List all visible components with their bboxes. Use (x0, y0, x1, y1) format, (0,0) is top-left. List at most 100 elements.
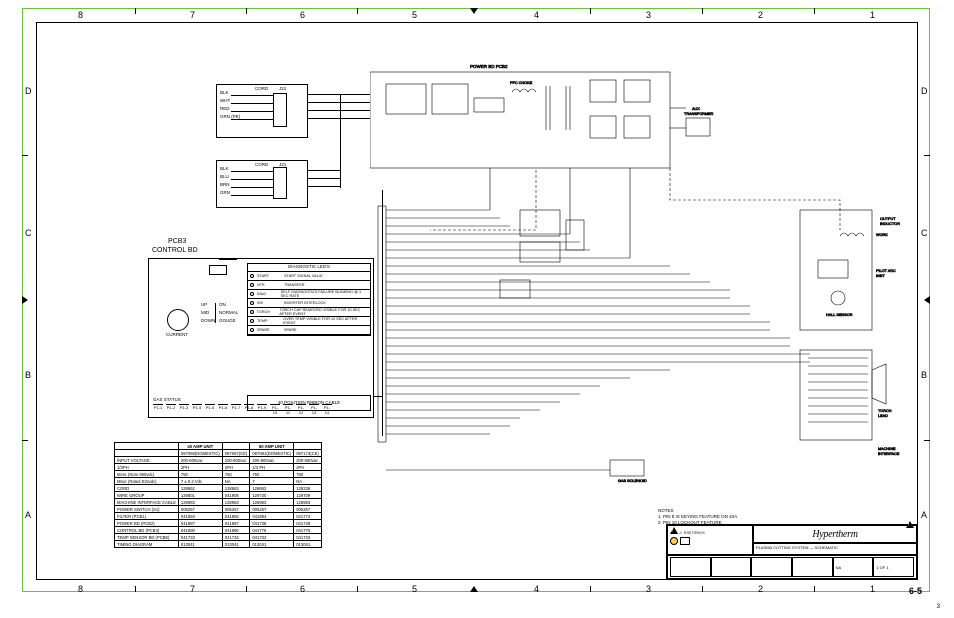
led-dot-icon (250, 328, 254, 332)
led-dot-icon (250, 310, 254, 314)
titleblock-warn-text: ⚠ THIS ITEM IS (679, 531, 705, 535)
gas-pin-label: P1-2 (166, 404, 176, 415)
parts-cell: 200-600vac (250, 457, 294, 464)
parts-row-label: TIMING DIAGRAM (115, 541, 179, 548)
schematic-net-svg: POWER BD PCB2 PFC CHOKE AUX TRANSFORMER (370, 50, 910, 530)
parts-row-label: INPUT VOLTAGE (115, 457, 179, 464)
table-row: 1/3PH2PH2PH1/3 PH2PH (115, 464, 322, 471)
parts-cell: 129730 (250, 492, 294, 499)
parts-cell: 129709 (294, 492, 322, 499)
parts-cell: 128663 (222, 485, 250, 492)
parts-cell: 041738 (250, 520, 294, 527)
grid-row-a-right: A (921, 510, 927, 520)
diag-led-desc: TORCH CAP REMOVED VISIBLE FOR 10 SEC AFT… (279, 308, 368, 316)
gas-pin-label: P1-10 (270, 404, 280, 415)
gas-pin-label: P1-14 (322, 404, 332, 415)
led-dot-icon (250, 283, 254, 287)
parts-cell: 1/3 PH (250, 464, 294, 471)
parts-cell: 750 (250, 471, 294, 478)
diag-led-name: START (257, 274, 281, 278)
diag-led-name: TEMP (257, 319, 280, 323)
parts-cell: 128983 (250, 499, 294, 506)
ce-unit-block: CE UNIT BLK BLU BRN GRN CORD J21 (216, 160, 308, 208)
parts-cell: 7 ± 0.2 Vdc (178, 478, 222, 485)
svg-text:AUX: AUX (692, 107, 700, 111)
diag-led-row: TORCHTORCH CAP REMOVED VISIBLE FOR 10 SE… (248, 308, 370, 317)
power-bd-label: POWER BD PCB2 (470, 64, 508, 69)
parts-cell: 041774 (294, 513, 322, 520)
svg-text:PILOT ARC: PILOT ARC (876, 269, 896, 273)
table-row: POWER BD (PCB2)041887041887041738041738 (115, 520, 322, 527)
table-row: WIRE GROUP128801041906129730129709 (115, 492, 322, 499)
parts-group-header (115, 443, 179, 450)
gas-pin-label: P1-11 (283, 404, 293, 415)
ce-connector-icon (273, 167, 287, 199)
svg-text:PFC CHOKE: PFC CHOKE (510, 81, 533, 85)
parts-col-header (115, 450, 179, 457)
grid-row-c-right: C (921, 228, 928, 238)
gas-pin-label: P1-4 (192, 404, 202, 415)
pcb3-block: INSTALL JUMPER 129405 CE UNITS ONLY CURR… (148, 258, 374, 418)
grid-row-a-left: A (25, 510, 31, 520)
parts-row-label: Msvc (Rated 815vdc) (115, 478, 179, 485)
diag-led-name: INV (257, 301, 281, 305)
dom-wire-blk: BLK (220, 91, 229, 96)
switch-gouge: GOUGE (219, 319, 236, 324)
dom-j21-label: J21 (279, 87, 286, 92)
parts-cell: 750 (222, 471, 250, 478)
diag-led-desc: SPARE (284, 328, 297, 332)
parts-cell: 041733 (222, 534, 250, 541)
parts-cell: 041733 (178, 534, 222, 541)
parts-cell: 128662 (250, 485, 294, 492)
current-knob-icon (167, 309, 189, 331)
parts-row-label: TEMP SENSOR BD (PCB6) (115, 534, 179, 541)
grid-col-8-bot: 8 (78, 584, 83, 594)
projection-cone-icon (680, 537, 690, 545)
parts-col-header: 087069(DOMESTIC) (178, 450, 222, 457)
diag-list: STARTSTART SIGNAL VALIDXFRTRANSFERDIAGSE… (248, 272, 370, 335)
table-row: TEMP SENSOR BD (PCB6)0417330417330417330… (115, 534, 322, 541)
table-row: POWER SWITCH (S1)00525700525700525700525… (115, 506, 322, 513)
parts-row-label: POWER SWITCH (S1) (115, 506, 179, 513)
ce-cord-label: CORD (255, 163, 268, 168)
parts-group-header: 60 AMP UNIT (250, 443, 294, 450)
title-block: ⚠ THIS ITEM IS Hypertherm PLASMA CUTTING… (666, 524, 918, 580)
parts-cell: 041775 (250, 527, 294, 534)
parts-cell: 128983 (178, 499, 222, 506)
parts-group-header: 40 AMP UNIT (178, 443, 222, 450)
diag-led-row: TEMPOVER TEMP VISIBLE FOR 10 SEC AFTER E… (248, 317, 370, 326)
jumper-block (209, 265, 227, 275)
switch-normal: NORMAL (219, 311, 238, 316)
parts-cell: 041894 (178, 513, 222, 520)
grid-col-5-top: 5 (412, 10, 417, 20)
svg-text:TORCH: TORCH (878, 409, 892, 413)
svg-text:WORK: WORK (876, 233, 888, 237)
svg-text:TRANSFORMER: TRANSFORMER (684, 112, 714, 116)
diag-led-row: XFRTRANSFER (248, 281, 370, 290)
table-row: INPUT VOLTAGE200-600vac200-600vac200-600… (115, 457, 322, 464)
parts-cell: 200-600vac (294, 457, 322, 464)
parts-table: 40 AMP UNIT60 AMP UNIT087069(DOMESTIC)08… (114, 442, 322, 548)
gas-pin-label: P1-1 (153, 404, 163, 415)
pcb3-title: PCB3 (168, 238, 186, 245)
diag-led-name: SPARE (257, 328, 281, 332)
parts-cell: 200-600vac (178, 457, 222, 464)
current-label: CURRENT (166, 333, 188, 338)
domestic-unit-block: DOMESTIC UNIT BLK WHT RED GRN (PE) CORD … (216, 84, 308, 138)
bottom-center-arrow-icon (470, 586, 478, 592)
parts-cell: 2PH (222, 464, 250, 471)
svg-text:HALL SENSOR: HALL SENSOR (826, 313, 853, 317)
grid-col-2-top: 2 (758, 10, 763, 20)
diag-led-name: DIAG (257, 292, 278, 296)
diag-led-name: TORCH (257, 310, 277, 314)
dom-connector-icon (273, 93, 287, 127)
parts-cell: 128983 (294, 499, 322, 506)
svg-text:LEAD: LEAD (878, 414, 888, 418)
grid-col-6-top: 6 (300, 10, 305, 20)
titleblock-title: PLASMA CUTTING SYSTEM — SCHEMATIC (753, 543, 917, 555)
parts-row-label: CORD (115, 485, 179, 492)
parts-cell: 041738 (294, 520, 322, 527)
diag-led-desc: START SIGNAL VALID (284, 274, 323, 278)
svg-text:IGBT: IGBT (876, 274, 886, 278)
titleblock-warning: ⚠ THIS ITEM IS (667, 525, 753, 555)
